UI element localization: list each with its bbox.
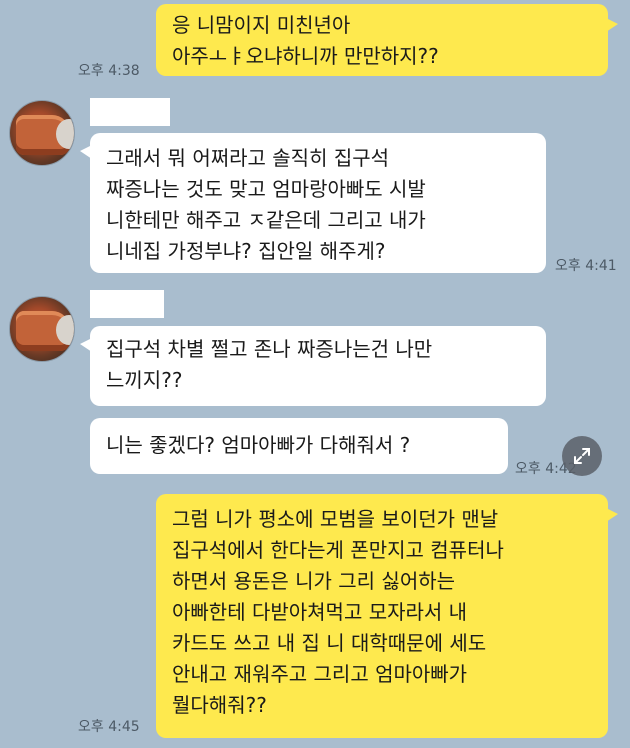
message-timestamp: 오후 4:38 <box>78 63 140 79</box>
avatar-image-detail <box>56 119 74 149</box>
their-message-bubble[interactable]: 집구석 차별 쩔고 존나 짜증나는건 나만 느끼지?? <box>80 326 546 406</box>
my-message-bubble[interactable]: 그럼 니가 평소에 모범을 보이던가 맨날 집구석에서 한다는게 폰만지고 컴퓨… <box>156 494 618 738</box>
my-message-bubble[interactable]: 응 니맘이지 미친년아 아주ㅗㅑ오냐하니까 만만하지?? <box>156 4 618 76</box>
avatar-image-detail <box>56 315 74 345</box>
sender-avatar[interactable] <box>9 296 75 362</box>
sender-avatar[interactable] <box>9 100 75 166</box>
sender-name-redacted <box>90 98 170 126</box>
message-timestamp: 오후 4:41 <box>555 258 617 274</box>
their-message-bubble[interactable]: 그래서 뭐 어쩌라고 솔직히 집구석 짜증나는 것도 맞고 엄마랑아빠도 시발 … <box>80 133 546 273</box>
message-timestamp: 오후 4:45 <box>78 719 140 735</box>
their-message-bubble[interactable]: 니는 좋겠다? 엄마아빠가 다해줘서 ? <box>90 418 508 474</box>
expand-arrows-icon[interactable] <box>562 436 602 476</box>
chat-room: 응 니맘이지 미친년아 아주ㅗㅑ오냐하니까 만만하지?? 오후 4:38 그래서… <box>0 0 630 748</box>
sender-name-redacted <box>90 290 164 318</box>
